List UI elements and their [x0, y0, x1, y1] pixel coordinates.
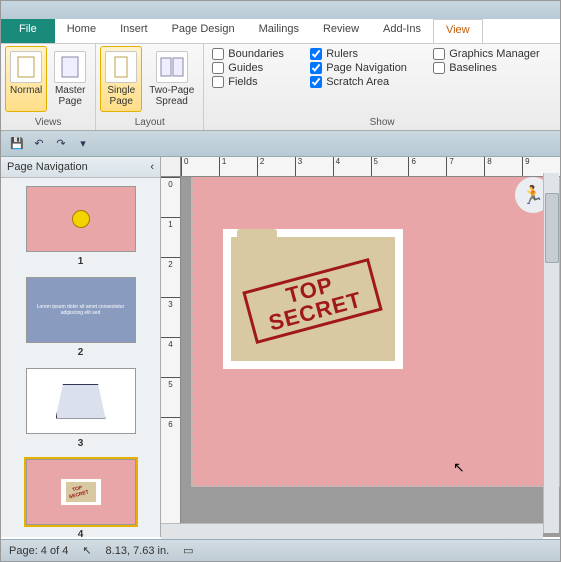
smiley-icon: [72, 210, 90, 228]
collapse-icon[interactable]: ‹: [150, 161, 154, 173]
ribbon-tabs: File Home Insert Page Design Mailings Re…: [1, 19, 560, 43]
tab-view[interactable]: View: [433, 19, 483, 43]
scrollbar-vertical[interactable]: [543, 173, 559, 533]
nav-title: Page Navigation: [7, 161, 88, 173]
chk-scratch-area[interactable]: Scratch Area: [310, 76, 419, 88]
top-secret-image[interactable]: TOPSECRET: [223, 229, 403, 369]
chk-rulers[interactable]: Rulers: [310, 48, 419, 60]
publication-page[interactable]: 🏃 TOPSECRET ↖: [191, 177, 560, 487]
single-page-icon: [105, 51, 137, 83]
undo-icon[interactable]: ↶: [31, 136, 47, 152]
save-icon[interactable]: 💾: [9, 136, 25, 152]
thumb-page-4[interactable]: TOPSECRET 4: [1, 459, 160, 537]
tab-home[interactable]: Home: [55, 19, 108, 43]
canvas-area: 0123456789 0123456 🏃 TOPSECRET ↖: [161, 157, 560, 537]
chk-boundaries[interactable]: Boundaries: [212, 48, 296, 60]
ruler-corner: [161, 157, 181, 177]
tab-file[interactable]: File: [1, 19, 55, 43]
status-page: Page: 4 of 4: [9, 545, 68, 557]
layout-group-label: Layout: [100, 117, 199, 128]
scrollbar-horizontal[interactable]: [161, 523, 543, 539]
nav-header: Page Navigation ‹: [1, 157, 160, 178]
trapezoid-icon: [56, 384, 106, 419]
tab-review[interactable]: Review: [311, 19, 371, 43]
show-group-label: Show: [212, 117, 552, 128]
status-size-icon: ▭: [183, 544, 193, 557]
master-page-icon: [54, 51, 86, 83]
chk-guides[interactable]: Guides: [212, 62, 296, 74]
normal-view-button[interactable]: Normal: [5, 46, 47, 112]
ribbon-group-layout: Single Page Two-Page Spread Layout: [96, 44, 204, 130]
redo-icon[interactable]: ↷: [53, 136, 69, 152]
chk-baselines[interactable]: Baselines: [433, 62, 552, 74]
ribbon-group-views: Normal Master Page Views: [1, 44, 96, 130]
quick-access-toolbar: 💾 ↶ ↷ ▾: [1, 131, 560, 157]
page-navigation-panel: Page Navigation ‹ 1 Lorem ipsum dolor si…: [1, 157, 161, 537]
views-group-label: Views: [5, 117, 91, 128]
chk-fields[interactable]: Fields: [212, 76, 296, 88]
master-page-button[interactable]: Master Page: [49, 46, 91, 112]
single-page-button[interactable]: Single Page: [100, 46, 142, 112]
two-page-icon: [156, 51, 188, 83]
pointer-icon: ↖: [82, 544, 91, 557]
ribbon: Normal Master Page Views Single Page Two…: [1, 43, 560, 131]
ruler-vertical: 0123456: [161, 177, 181, 537]
ruler-horizontal: 0123456789: [181, 157, 560, 177]
thumb-page-3[interactable]: 3: [1, 368, 160, 449]
status-bar: Page: 4 of 4 ↖ 8.13, 7.63 in. ▭: [1, 539, 560, 561]
cursor-icon: ↖: [453, 459, 465, 476]
ribbon-group-show: Boundaries Rulers Graphics Manager Guide…: [204, 44, 560, 130]
tab-mailings[interactable]: Mailings: [247, 19, 311, 43]
two-page-spread-button[interactable]: Two-Page Spread: [144, 46, 199, 112]
thumb-page-2[interactable]: Lorem ipsum dolor sit amet consectetur a…: [1, 277, 160, 358]
chk-graphics-manager[interactable]: Graphics Manager: [433, 48, 552, 60]
stamp-text: TOPSECRET: [243, 258, 384, 344]
tab-insert[interactable]: Insert: [108, 19, 160, 43]
chk-page-navigation[interactable]: Page Navigation: [310, 62, 419, 74]
tab-addins[interactable]: Add-Ins: [371, 19, 433, 43]
page-icon: [10, 51, 42, 83]
thumb-page-1[interactable]: 1: [1, 186, 160, 267]
tab-page-design[interactable]: Page Design: [160, 19, 247, 43]
status-coords: 8.13, 7.63 in.: [106, 545, 170, 557]
scratch-area[interactable]: 🏃 TOPSECRET ↖: [181, 177, 560, 537]
folder-icon: TOPSECRET: [231, 237, 395, 361]
qat-dropdown-icon[interactable]: ▾: [75, 136, 91, 152]
